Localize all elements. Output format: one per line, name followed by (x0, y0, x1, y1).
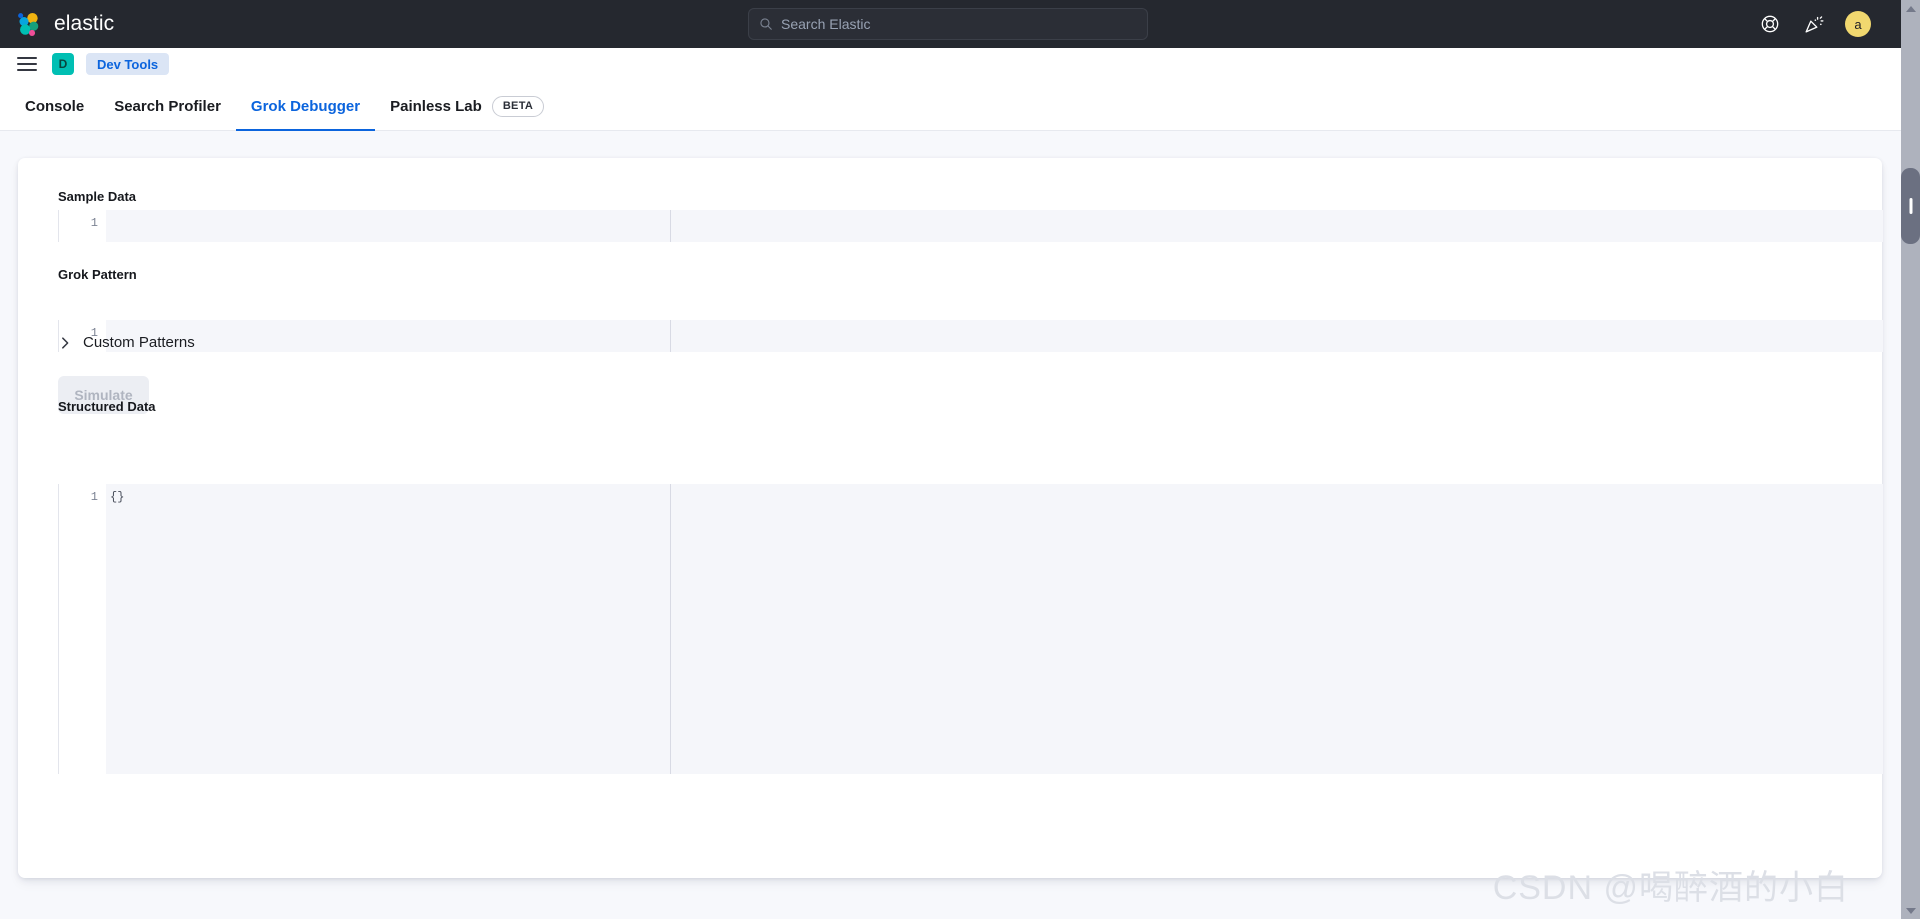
editor-gutter: 1 (58, 484, 106, 774)
sample-data-label: Sample Data (58, 189, 137, 204)
hamburger-line (17, 63, 37, 65)
party-popper-announcements-icon[interactable] (1801, 11, 1827, 37)
tab-label: Grok Debugger (250, 97, 361, 115)
grok-pattern-editor[interactable]: 1 (58, 320, 1883, 352)
brand-name: elastic (54, 12, 115, 35)
header-actions: a (1757, 0, 1871, 48)
structured-data-editor[interactable]: 1 {} (58, 484, 1883, 774)
editor-content[interactable] (106, 320, 1883, 352)
editor-ruler (670, 484, 671, 774)
scrollbar-thumb[interactable] (1901, 168, 1920, 244)
tab-label: Search Profiler (114, 97, 221, 115)
tab-label: Painless Lab (390, 97, 482, 115)
editor-content[interactable]: {} (106, 484, 1883, 774)
breadcrumb-label: Dev Tools (97, 56, 159, 72)
scroll-up-arrow-icon[interactable] (1901, 0, 1920, 17)
structured-data-label: Structured Data (58, 399, 156, 414)
hamburger-menu-icon[interactable] (14, 51, 40, 77)
avatar-initial: a (1854, 16, 1862, 32)
tab-painless-lab[interactable]: Painless Lab BETA (375, 83, 559, 131)
custom-patterns-label: Custom Patterns (83, 334, 195, 351)
page-scrollbar[interactable] (1901, 0, 1920, 919)
breadcrumb-dev-tools[interactable]: Dev Tools (86, 53, 170, 75)
chevron-right-icon (58, 336, 72, 350)
lifebuoy-help-icon[interactable] (1757, 11, 1783, 37)
hamburger-line (17, 57, 37, 59)
editor-gutter: 1 (58, 210, 106, 242)
global-search[interactable]: Search Elastic (748, 8, 1148, 40)
avatar[interactable]: a (1845, 11, 1871, 37)
editor-content[interactable] (106, 210, 1883, 242)
app-badge-letter: D (58, 57, 68, 71)
editor-ruler (670, 210, 671, 242)
tab-grok-debugger[interactable]: Grok Debugger (235, 83, 376, 131)
line-number: 1 (90, 216, 98, 230)
scroll-down-arrow-icon[interactable] (1901, 902, 1920, 919)
global-header: elastic Search Elastic a (0, 0, 1901, 48)
sample-data-editor[interactable]: 1 (58, 210, 1883, 242)
page-body: Sample Data 1 Grok Pattern 1 Custom Patt… (0, 131, 1901, 919)
tab-label: Console (25, 97, 85, 115)
tab-search-profiler[interactable]: Search Profiler (99, 83, 236, 131)
grok-debugger-panel: Sample Data 1 Grok Pattern 1 Custom Patt… (18, 158, 1883, 878)
line-number: 1 (90, 490, 98, 504)
elastic-brand[interactable]: elastic (16, 11, 114, 38)
grok-pattern-label: Grok Pattern (58, 267, 137, 282)
csdn-watermark: CSDN @喝醉酒的小白 (1492, 869, 1849, 907)
search-input-placeholder: Search Elastic (781, 16, 871, 32)
dev-tools-tabs: Console Search Profiler Grok Debugger Pa… (0, 81, 1901, 131)
elastic-logo-icon (16, 11, 43, 38)
breadcrumb-bar: D Dev Tools (0, 48, 1901, 81)
search-icon (759, 17, 773, 31)
app-badge[interactable]: D (52, 53, 74, 75)
structured-data-value: {} (110, 490, 125, 504)
beta-badge[interactable]: BETA (491, 95, 545, 117)
editor-ruler (670, 320, 671, 352)
tab-console[interactable]: Console (10, 83, 99, 131)
hamburger-line (17, 69, 37, 71)
custom-patterns-accordion[interactable]: Custom Patterns (58, 334, 195, 351)
